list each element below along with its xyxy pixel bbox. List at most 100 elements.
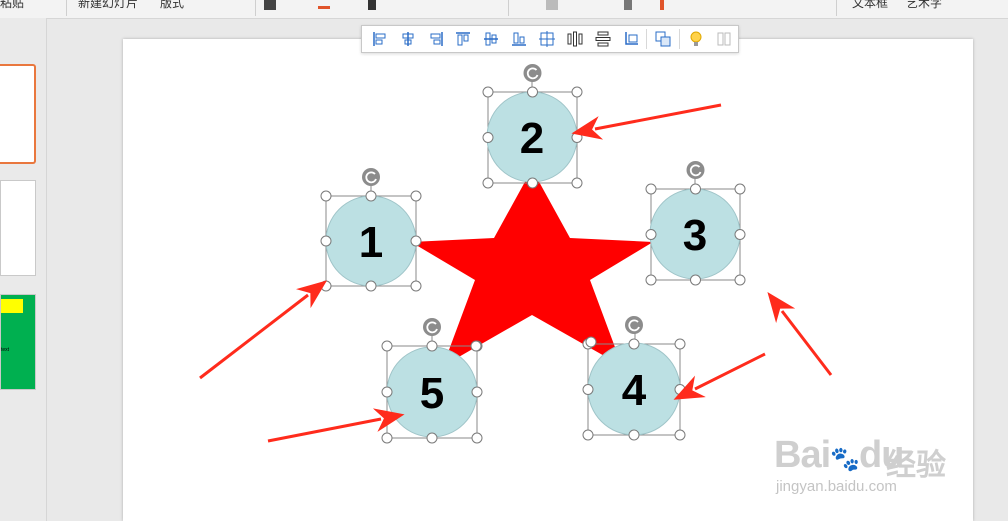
resize-handle[interactable] [582,429,594,441]
resize-handle[interactable] [527,86,538,98]
resize-handle[interactable] [645,183,657,195]
paragraph-align-icon[interactable] [546,0,558,10]
resize-handle[interactable] [381,386,393,398]
slide-graphics: 1 2 3 4 5 [199,64,833,444]
arrow-to-5 [267,408,405,443]
distribute-cells-button[interactable] [533,27,561,51]
ribbon-new-slide[interactable]: 新建幻灯片 [78,0,138,11]
resize-handle[interactable] [571,132,583,143]
arrow-to-1 [199,280,328,380]
slide-canvas[interactable]: 1 2 3 4 5 [123,39,973,521]
resize-handle[interactable] [482,132,494,143]
rotate-icon[interactable] [625,316,643,334]
distribute-cells-icon [538,31,555,47]
slide-thumbnail-2[interactable] [0,180,36,276]
ribbon-divider [255,0,256,16]
distribute-horizontal-button[interactable] [561,27,589,51]
resize-handle[interactable] [365,280,377,292]
rotate-icon[interactable] [423,318,441,336]
resize-handle[interactable] [645,274,657,286]
star-adjust-handle[interactable] [470,340,482,352]
resize-handle[interactable] [320,235,332,247]
resize-handle[interactable] [674,384,686,395]
resize-handle[interactable] [734,229,746,240]
text-direction-icon[interactable] [624,0,632,10]
thumbnail-text: text [1,347,10,353]
circle-label-5: 5 [420,369,444,418]
ribbon-toolbar: 粘贴 新建幻灯片 版式 文本框 艺术字 [0,0,1008,19]
resize-handle[interactable] [320,190,332,202]
shape-fill-icon[interactable] [660,0,664,10]
resize-handle[interactable] [426,432,438,444]
resize-handle[interactable] [645,229,657,240]
resize-handle[interactable] [381,340,393,352]
resize-handle[interactable] [628,429,640,441]
rotate-icon[interactable] [523,64,542,82]
tips-button[interactable] [682,27,710,51]
resize-handle[interactable] [734,274,746,286]
slide-thumbnail-3[interactable]: text [0,294,36,390]
align-top-button[interactable] [450,27,478,51]
resize-handle[interactable] [320,280,332,292]
distribute-horizontal-icon [567,31,583,47]
resize-handle[interactable] [674,338,686,350]
resize-handle[interactable] [674,429,686,441]
resize-handle[interactable] [410,235,422,247]
group-button[interactable] [649,27,677,51]
circle-label-3: 3 [683,211,707,260]
more-button[interactable] [710,27,738,51]
resize-handle[interactable] [582,384,594,395]
align-center-button[interactable] [394,27,422,51]
toolbar-divider [646,29,648,49]
bold-icon[interactable] [264,0,276,10]
resize-handle[interactable] [527,177,538,189]
resize-handle[interactable] [471,386,483,398]
crop-fit-icon [624,32,638,45]
slide-thumbnail-panel: text [0,18,47,521]
ribbon-item[interactable]: 粘贴 [0,0,24,11]
resize-handle[interactable] [426,340,438,352]
ribbon-divider [66,0,67,16]
resize-handle[interactable] [571,177,583,189]
resize-handle[interactable] [410,190,422,202]
slide-thumbnail-1[interactable] [0,64,36,164]
resize-handle[interactable] [734,183,746,195]
ribbon-wordart[interactable]: 艺术字 [906,0,942,11]
resize-handle[interactable] [482,86,494,98]
resize-handle[interactable] [690,183,701,195]
resize-handle[interactable] [410,280,422,292]
thumbnail-title-bar [1,299,23,313]
font-color-icon[interactable] [318,6,330,9]
resize-handle[interactable] [571,86,583,98]
ribbon-layout[interactable]: 版式 [160,0,184,11]
distribute-vertical-button[interactable] [589,27,617,51]
resize-handle[interactable] [381,432,393,444]
resize-handle[interactable] [690,274,701,286]
ribbon-divider [508,0,509,16]
rotate-icon[interactable] [686,161,705,179]
resize-handle[interactable] [471,432,483,444]
circle-label-1: 1 [359,218,383,267]
toolbar-divider [679,29,681,49]
red-star-shape[interactable] [411,169,653,366]
crop-fit-button[interactable] [617,27,645,51]
star-adjust-handle[interactable] [585,336,597,348]
resize-handle[interactable] [628,338,640,350]
align-center-icon [402,32,414,46]
align-left-button[interactable] [366,27,394,51]
circle-label-2: 2 [520,114,544,163]
shape-icon[interactable] [368,0,376,10]
align-right-icon [430,32,443,46]
arrow-to-4 [673,352,766,400]
rotate-icon[interactable] [362,168,380,186]
align-bottom-icon [512,32,527,46]
align-middle-button[interactable] [477,27,505,51]
lightbulb-icon [690,31,702,46]
resize-handle[interactable] [365,190,377,202]
ribbon-textbox[interactable]: 文本框 [852,0,888,11]
align-top-icon [456,32,471,46]
resize-handle[interactable] [482,177,494,189]
align-right-button[interactable] [422,27,450,51]
align-bottom-button[interactable] [505,27,533,51]
distribute-vertical-icon [595,31,611,47]
